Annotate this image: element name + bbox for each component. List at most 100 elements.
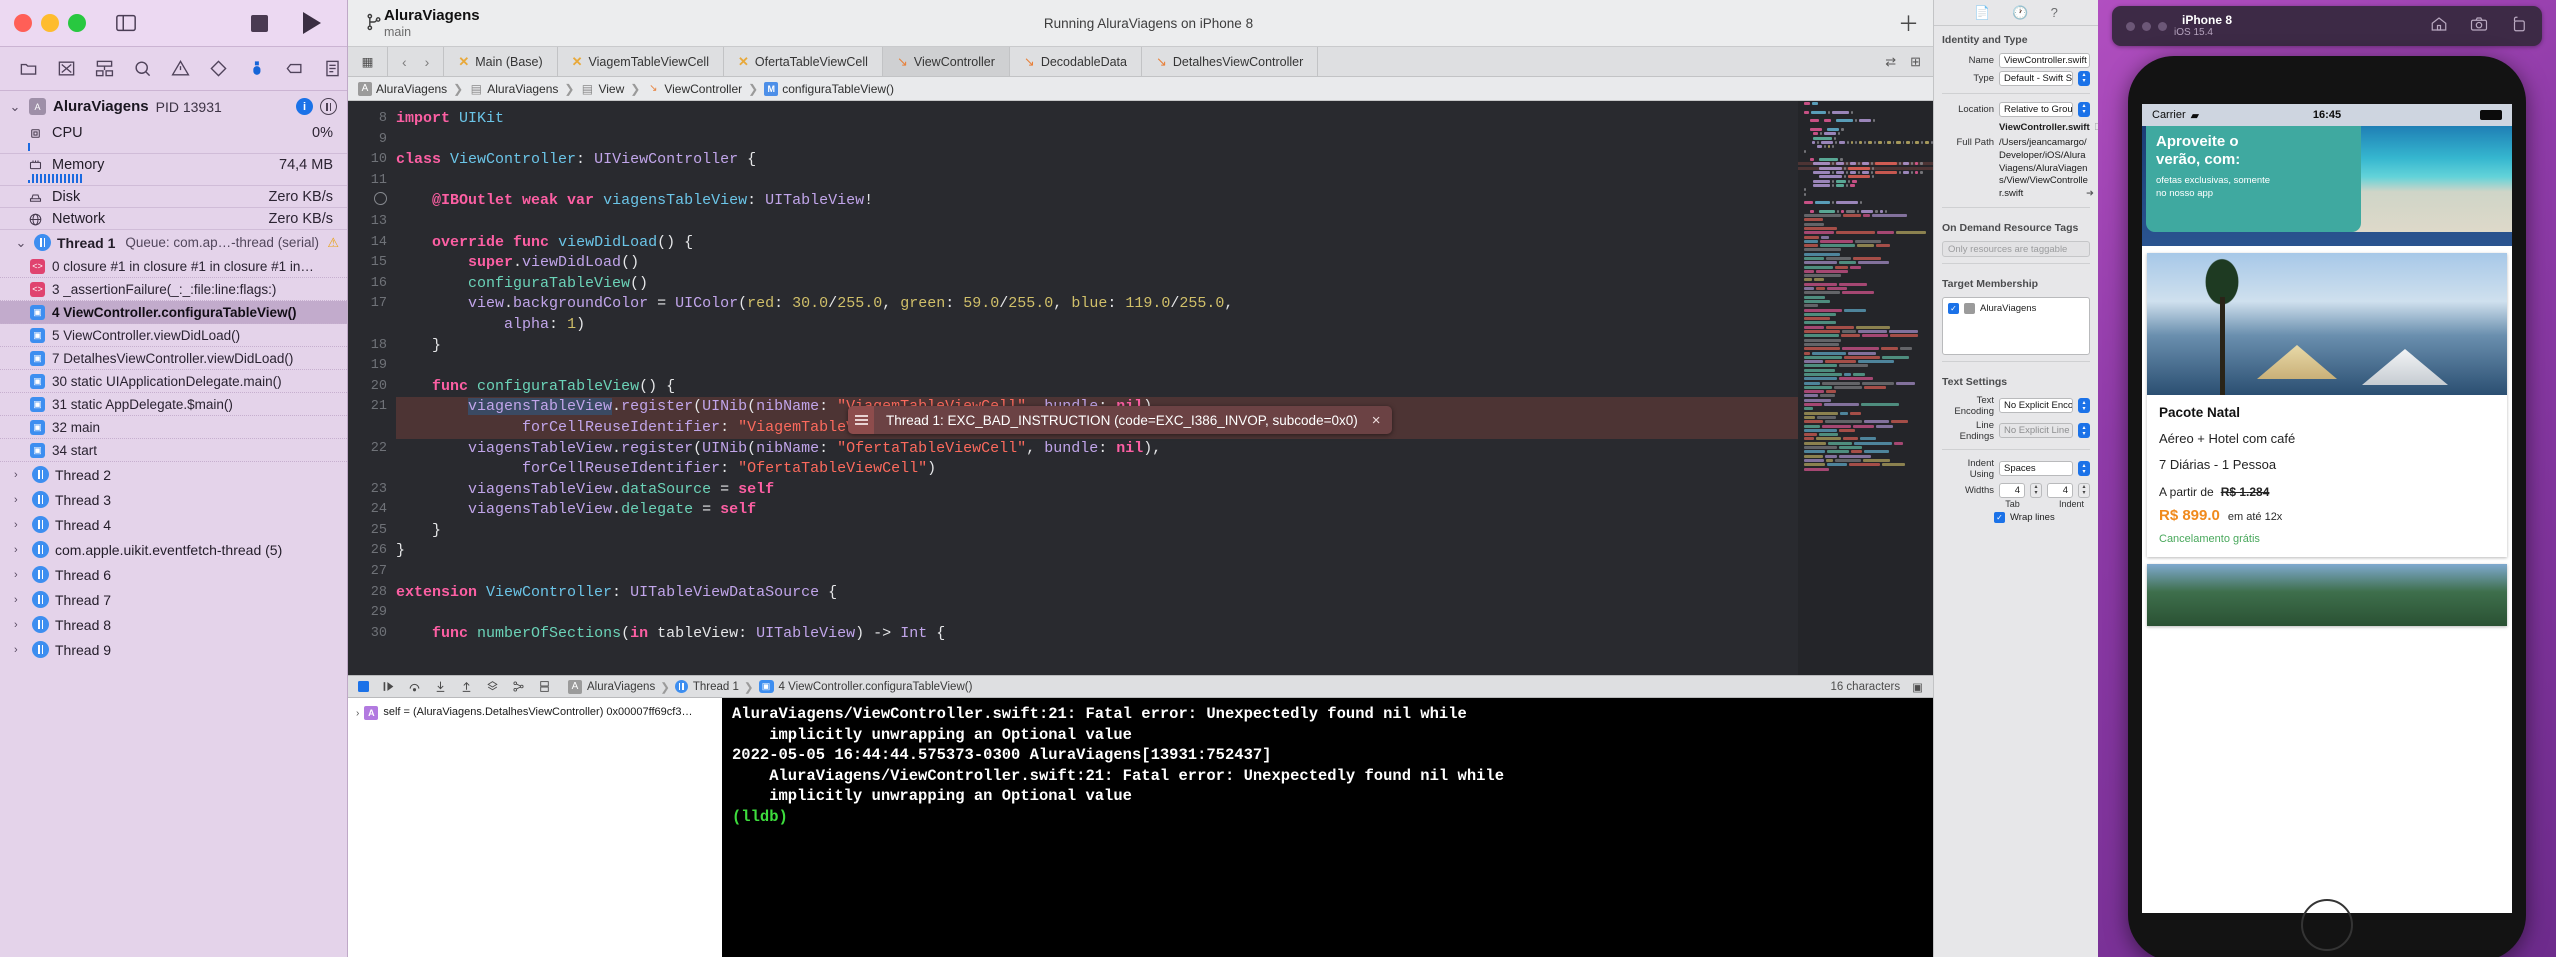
code-editor[interactable]: 8 9 10 11 13 14 15 16 17 18 19 20 21 22 23 24 25 26 27 28 29…: [348, 101, 1933, 675]
tab-detalhesviewcontroller[interactable]: ↘ DetalhesViewController: [1142, 47, 1318, 76]
toggle-navigator-icon[interactable]: [111, 10, 141, 36]
code-line[interactable]: [396, 130, 1933, 151]
chevron-down-icon[interactable]: ⌄: [14, 235, 28, 251]
breadcrumb-item-1[interactable]: ▤ AluraViagens: [469, 82, 558, 96]
quick-help-icon[interactable]: ?: [2051, 5, 2058, 20]
code-line[interactable]: func numberOfSections(in tableView: UITa…: [396, 624, 1933, 645]
zoom-window-button[interactable]: [68, 14, 86, 32]
pause-icon[interactable]: [320, 98, 337, 115]
debug-crumb-process[interactable]: AluraViagens: [587, 681, 655, 693]
checkbox-checked-icon[interactable]: ✓: [1994, 512, 2005, 523]
indent-width-field[interactable]: 4: [2047, 483, 2073, 498]
location-select[interactable]: Relative to Group: [1999, 102, 2073, 117]
thread-row[interactable]: › com.apple.uikit.eventfetch-thread (5): [0, 537, 347, 562]
breadcrumb-item-3[interactable]: ↘ ViewController: [646, 82, 742, 96]
home-icon[interactable]: [2430, 15, 2448, 38]
breadcrumb-item-0[interactable]: A AluraViagens: [358, 82, 447, 96]
chevron-right-icon[interactable]: ›: [14, 494, 26, 506]
line-number[interactable]: 24: [348, 500, 396, 521]
stack-frame-row[interactable]: ▣ 30 static UIApplicationDelegate.main(): [0, 370, 347, 393]
indent-using-select[interactable]: Spaces: [1999, 461, 2073, 476]
debug-navigator-icon[interactable]: [246, 58, 268, 80]
stack-frame-row[interactable]: ▣ 5 ViewController.viewDidLoad(): [0, 324, 347, 347]
code-line[interactable]: viagensTableView.delegate = self: [396, 500, 1933, 521]
chevron-down-icon[interactable]: ⌄: [8, 99, 22, 115]
travel-card[interactable]: Pacote Natal Aéreo + Hotel com café 7 Di…: [2147, 253, 2507, 557]
simulator-screen[interactable]: Carrier ▰ 16:45 Aproveite o verão, com: o…: [2142, 104, 2512, 913]
file-inspector-icon[interactable]: 📄: [1974, 5, 1990, 21]
step-out-icon[interactable]: [460, 680, 473, 693]
tab-decodabledata[interactable]: ↘ DecodableData: [1010, 47, 1142, 76]
code-line[interactable]: viagensTableView.dataSource = self: [396, 480, 1933, 501]
line-number[interactable]: 15: [348, 253, 396, 274]
split-editor-icon[interactable]: ⇄: [1885, 54, 1896, 70]
code-line[interactable]: viagensTableView.register(UINib(nibName:…: [396, 439, 1933, 460]
code-line[interactable]: [396, 171, 1933, 192]
error-menu-icon[interactable]: [848, 406, 874, 434]
promo-banner[interactable]: Aproveite o verão, com: ofetas exclusivas…: [2142, 126, 2512, 246]
source-control-navigator-icon[interactable]: [56, 58, 78, 80]
tab-viewcontroller[interactable]: ↘ ViewController: [883, 47, 1010, 76]
symbol-navigator-icon[interactable]: [94, 58, 116, 80]
toggle-console-icon[interactable]: ▣: [1912, 680, 1923, 694]
checkbox-checked-icon[interactable]: ✓: [1948, 303, 1959, 314]
breadcrumb-item-4[interactable]: MconfiguraTableView(): [764, 82, 894, 96]
line-number[interactable]: 13: [348, 212, 396, 233]
step-over-icon[interactable]: [408, 680, 421, 693]
editor-options-icon[interactable]: ⊞: [1910, 54, 1921, 70]
debug-crumb-frame[interactable]: 4 ViewController.configuraTableView(): [779, 681, 973, 693]
chevron-updown-icon[interactable]: ▴ ▾: [2078, 461, 2090, 476]
line-endings-select[interactable]: No Explicit Line Endings: [1999, 423, 2073, 438]
code-line[interactable]: [396, 212, 1933, 233]
chevron-right-icon[interactable]: ›: [356, 706, 359, 719]
gauge-memory[interactable]: Memory 74,4 MB: [0, 154, 347, 186]
environment-overrides-icon[interactable]: [538, 680, 551, 693]
breadcrumb-item-2[interactable]: ▤ View: [580, 82, 624, 96]
thread-row[interactable]: › Thread 3: [0, 487, 347, 512]
gauge-cpu[interactable]: CPU 0%: [0, 122, 347, 154]
issue-navigator-icon[interactable]: [170, 58, 192, 80]
chevron-right-icon[interactable]: ›: [14, 544, 26, 556]
tab-main-base[interactable]: ✕ Main (Base): [444, 47, 557, 76]
line-number[interactable]: 29: [348, 603, 396, 624]
tab-width-stepper[interactable]: ▴ ▾: [2030, 483, 2042, 498]
chevron-right-icon[interactable]: ›: [14, 469, 26, 481]
thread-row[interactable]: › Thread 9: [0, 637, 347, 662]
debug-view-hierarchy-icon[interactable]: [486, 680, 499, 693]
code-line[interactable]: forCellReuseIdentifier: "OfertaTableView…: [396, 459, 1933, 480]
line-number[interactable]: 8: [348, 109, 396, 130]
tab-viagemtableviewcell[interactable]: ✕ ViagemTableViewCell: [558, 47, 724, 76]
line-number[interactable]: 21: [348, 397, 396, 418]
line-number[interactable]: 22: [348, 439, 396, 460]
thread-row[interactable]: › Thread 2: [0, 462, 347, 487]
code-line[interactable]: configuraTableView(): [396, 274, 1933, 295]
breakpoint-marker[interactable]: [348, 191, 396, 212]
stack-frame-row[interactable]: ▣ 34 start: [0, 439, 347, 462]
console-output[interactable]: AluraViagens/ViewController.swift:21: Fa…: [722, 698, 1933, 957]
line-number[interactable]: [348, 459, 396, 480]
history-inspector-icon[interactable]: 🕐: [2012, 5, 2028, 21]
thread-row[interactable]: › Thread 6: [0, 562, 347, 587]
rotate-icon[interactable]: [2510, 15, 2528, 38]
thread-1-row[interactable]: ⌄ Thread 1 Queue: com.ap…-thread (serial…: [0, 230, 347, 255]
code-line[interactable]: @IBOutlet weak var viagensTableView: UIT…: [396, 191, 1933, 212]
continue-icon[interactable]: [382, 680, 395, 693]
code-line[interactable]: view.backgroundColor = UIColor(red: 30.0…: [396, 294, 1933, 315]
stack-frame-row[interactable]: ▣ 32 main: [0, 416, 347, 439]
chevron-updown-icon[interactable]: ▴ ▾: [2078, 423, 2090, 438]
gauge-disk[interactable]: Disk Zero KB/s: [0, 186, 347, 208]
report-navigator-icon[interactable]: [322, 58, 344, 80]
line-number[interactable]: 10: [348, 150, 396, 171]
chevron-right-icon[interactable]: ›: [14, 519, 26, 531]
indent-width-stepper[interactable]: ▴ ▾: [2078, 483, 2090, 498]
chevron-updown-icon[interactable]: ▴ ▾: [2078, 102, 2090, 117]
minimize-window-button[interactable]: [2142, 22, 2151, 31]
deactivate-breakpoints-icon[interactable]: [358, 681, 369, 692]
forward-icon[interactable]: ›: [425, 54, 430, 70]
debug-crumb-thread[interactable]: Thread 1: [693, 681, 739, 693]
thread-row[interactable]: › Thread 7: [0, 587, 347, 612]
travel-card-next[interactable]: [2147, 564, 2507, 626]
code-text-area[interactable]: import UIKit class ViewController: UIVie…: [396, 101, 1933, 675]
line-number[interactable]: 19: [348, 356, 396, 377]
line-number[interactable]: 18: [348, 336, 396, 357]
